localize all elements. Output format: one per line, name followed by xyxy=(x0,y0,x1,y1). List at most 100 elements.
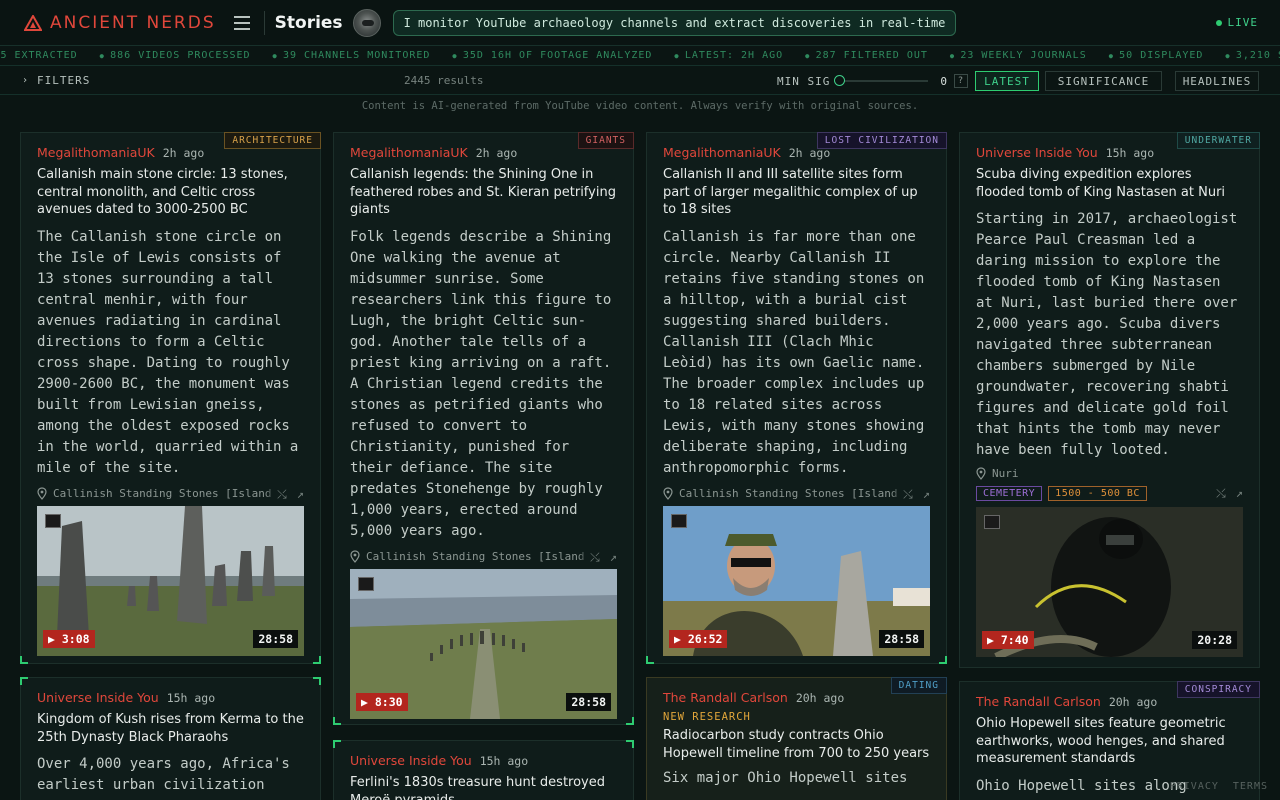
ticker-track: 5 EXTRACTED 886 VIDEOS PROCESSED 39 CHANNE… xyxy=(0,50,1280,61)
sort-headlines-button[interactable]: HEADLINES xyxy=(1175,71,1259,91)
ticker-item: LATEST: 2H AGO xyxy=(674,50,783,61)
filter-bar: › FILTERS 2445 results MIN SIG 0 ? LATES… xyxy=(0,67,1280,95)
story-title[interactable]: Callanish main stone circle: 13 stones, … xyxy=(37,166,304,219)
video-timestamp[interactable]: ▶ 7:40 xyxy=(982,631,1034,649)
external-link-icon[interactable]: ↗ xyxy=(923,487,930,500)
help-icon[interactable]: ? xyxy=(953,74,968,88)
location-row: Callinish Standing Stones [Island of... … xyxy=(663,486,930,500)
story-description: Over 4,000 years ago, Africa's earliest … xyxy=(37,756,290,793)
share-icon[interactable]: ⤯ xyxy=(277,487,287,500)
story-description: Starting in 2017, archaeologist Pearce P… xyxy=(976,211,1238,458)
video-thumbnail[interactable]: ▶ 8:30 28:58 xyxy=(350,568,617,719)
channel-logo-icon xyxy=(45,513,61,528)
video-thumbnail[interactable]: ▶ 3:08 28:58 xyxy=(37,505,304,656)
min-sig-value: 0 xyxy=(940,74,948,88)
page-title: Stories xyxy=(274,12,343,33)
menu-icon[interactable] xyxy=(233,15,250,30)
ticker-item: 886 VIDEOS PROCESSED xyxy=(100,50,251,61)
period-badge[interactable]: 1500 - 500 BC xyxy=(1048,486,1147,501)
video-timestamp[interactable]: ▶ 26:52 xyxy=(669,629,728,648)
header-divider xyxy=(263,10,265,35)
logo[interactable]: ANCIENT NERDS xyxy=(24,13,216,33)
story-card[interactable]: Universe Inside You 15h ago Ferlini's 18… xyxy=(333,740,634,800)
min-sig-label: MIN SIG xyxy=(777,74,831,88)
video-timestamp[interactable]: ▶ 3:08 xyxy=(43,629,95,648)
channel-logo-icon xyxy=(984,515,1000,529)
ticker-item: 5 EXTRACTED xyxy=(0,50,78,61)
story-title[interactable]: Callanish II and III satellite sites for… xyxy=(663,166,930,219)
channel-name[interactable]: The Randall Carlson xyxy=(663,690,788,705)
map-pin-icon xyxy=(976,467,986,480)
card-actions: ⤯ ↗ xyxy=(578,549,617,563)
live-label: LIVE xyxy=(1227,16,1258,29)
story-title[interactable]: Ohio Hopewell sites feature geometric ea… xyxy=(976,715,1243,768)
story-description: Callanish is far more than one circle. N… xyxy=(663,228,925,476)
story-card[interactable]: UNDERWATER Universe Inside You 15h ago S… xyxy=(959,132,1260,668)
live-dot-icon xyxy=(1215,19,1222,26)
external-link-icon[interactable]: ↗ xyxy=(297,487,304,500)
time-ago: 2h ago xyxy=(162,146,205,160)
story-title[interactable]: Radiocarbon study contracts Ohio Hopewel… xyxy=(663,727,930,762)
corner-accent xyxy=(20,677,28,685)
sort-significance-button[interactable]: SIGNIFICANCE xyxy=(1045,71,1162,91)
tagline-badge: I monitor YouTube archaeology channels a… xyxy=(392,9,957,36)
ticker-item: 50 DISPLAYED xyxy=(1109,50,1204,61)
channel-name[interactable]: Universe Inside You xyxy=(350,753,472,768)
external-link-icon[interactable]: ↗ xyxy=(610,550,617,563)
stats-ticker: 5 EXTRACTED 886 VIDEOS PROCESSED 39 CHANNE… xyxy=(0,46,1280,66)
channel-logo-icon xyxy=(671,513,687,528)
share-icon[interactable]: ⤯ xyxy=(590,550,600,563)
card-actions: ⤯ ↗ xyxy=(891,486,930,500)
results-count: 2445 results xyxy=(404,74,484,87)
avatar[interactable] xyxy=(352,8,381,37)
external-link-icon[interactable]: ↗ xyxy=(1236,486,1243,501)
ticker-item: 35D 16H OF FOOTAGE ANALYZED xyxy=(452,50,652,61)
time-ago: 15h ago xyxy=(1105,146,1155,160)
story-card[interactable]: ARCHITECTURE MegalithomaniaUK 2h ago Cal… xyxy=(20,132,321,664)
slider-thumb[interactable] xyxy=(834,75,846,86)
footer-links: PRIVACY TERMS xyxy=(1170,781,1268,792)
story-description: Folk legends describe a Shining One walk… xyxy=(350,228,612,539)
story-title[interactable]: Scuba diving expedition explores flooded… xyxy=(976,166,1243,201)
new-research-flag: NEW RESEARCH xyxy=(663,711,751,723)
channel-name[interactable]: MegalithomaniaUK xyxy=(350,145,468,160)
terms-link[interactable]: TERMS xyxy=(1233,781,1268,792)
filters-toggle[interactable]: › FILTERS xyxy=(22,74,90,87)
corner-accent xyxy=(20,656,28,664)
story-card[interactable]: DATING The Randall Carlson 20h ago NEW R… xyxy=(646,677,947,800)
privacy-link[interactable]: PRIVACY xyxy=(1170,781,1219,792)
sort-latest-button[interactable]: LATEST xyxy=(975,71,1039,91)
card-badges: CEMETERY 1500 - 500 BC ⤯ ↗ xyxy=(976,486,1243,501)
video-thumbnail[interactable]: ▶ 26:52 28:58 xyxy=(663,505,930,656)
card-actions: ⤯ ↗ xyxy=(1204,486,1243,501)
video-thumbnail[interactable]: ▶ 7:40 20:28 xyxy=(976,507,1243,657)
location-row: Callinish Standing Stones [Island of... … xyxy=(37,486,304,500)
video-timestamp[interactable]: ▶ 8:30 xyxy=(356,692,408,711)
share-icon[interactable]: ⤯ xyxy=(903,487,913,500)
story-card[interactable]: Universe Inside You 15h ago Kingdom of K… xyxy=(20,677,321,800)
story-title[interactable]: Ferlini's 1830s treasure hunt destroyed … xyxy=(350,774,617,800)
site-type-badge[interactable]: CEMETERY xyxy=(976,486,1043,501)
time-ago: 15h ago xyxy=(479,754,529,768)
video-duration: 28:58 xyxy=(879,629,924,648)
channel-name[interactable]: Universe Inside You xyxy=(976,145,1098,160)
channel-name[interactable]: MegalithomaniaUK xyxy=(37,145,155,160)
location-row: Callinish Standing Stones [Island of... … xyxy=(350,549,617,563)
story-title[interactable]: Callanish legends: the Shining One in fe… xyxy=(350,166,617,219)
min-significance-control: MIN SIG 0 ? xyxy=(777,74,968,88)
location-row: Nuri xyxy=(976,467,1243,480)
video-duration: 28:58 xyxy=(253,629,298,648)
channel-name[interactable]: The Randall Carlson xyxy=(976,694,1101,709)
story-title[interactable]: Kingdom of Kush rises from Kerma to the … xyxy=(37,711,304,746)
live-indicator: LIVE xyxy=(1215,16,1259,29)
min-sig-slider[interactable] xyxy=(834,75,929,86)
story-card[interactable]: LOST CIVILIZATION MegalithomaniaUK 2h ag… xyxy=(646,132,947,664)
video-duration: 28:58 xyxy=(566,692,611,711)
corner-accent xyxy=(313,656,321,664)
ticker-item: 287 FILTERED OUT xyxy=(805,50,928,61)
channel-name[interactable]: MegalithomaniaUK xyxy=(663,145,781,160)
share-icon[interactable]: ⤯ xyxy=(1216,486,1226,501)
story-card[interactable]: GIANTS MegalithomaniaUK 2h ago Callanish… xyxy=(333,132,634,725)
corner-accent xyxy=(646,656,654,664)
channel-name[interactable]: Universe Inside You xyxy=(37,690,159,705)
